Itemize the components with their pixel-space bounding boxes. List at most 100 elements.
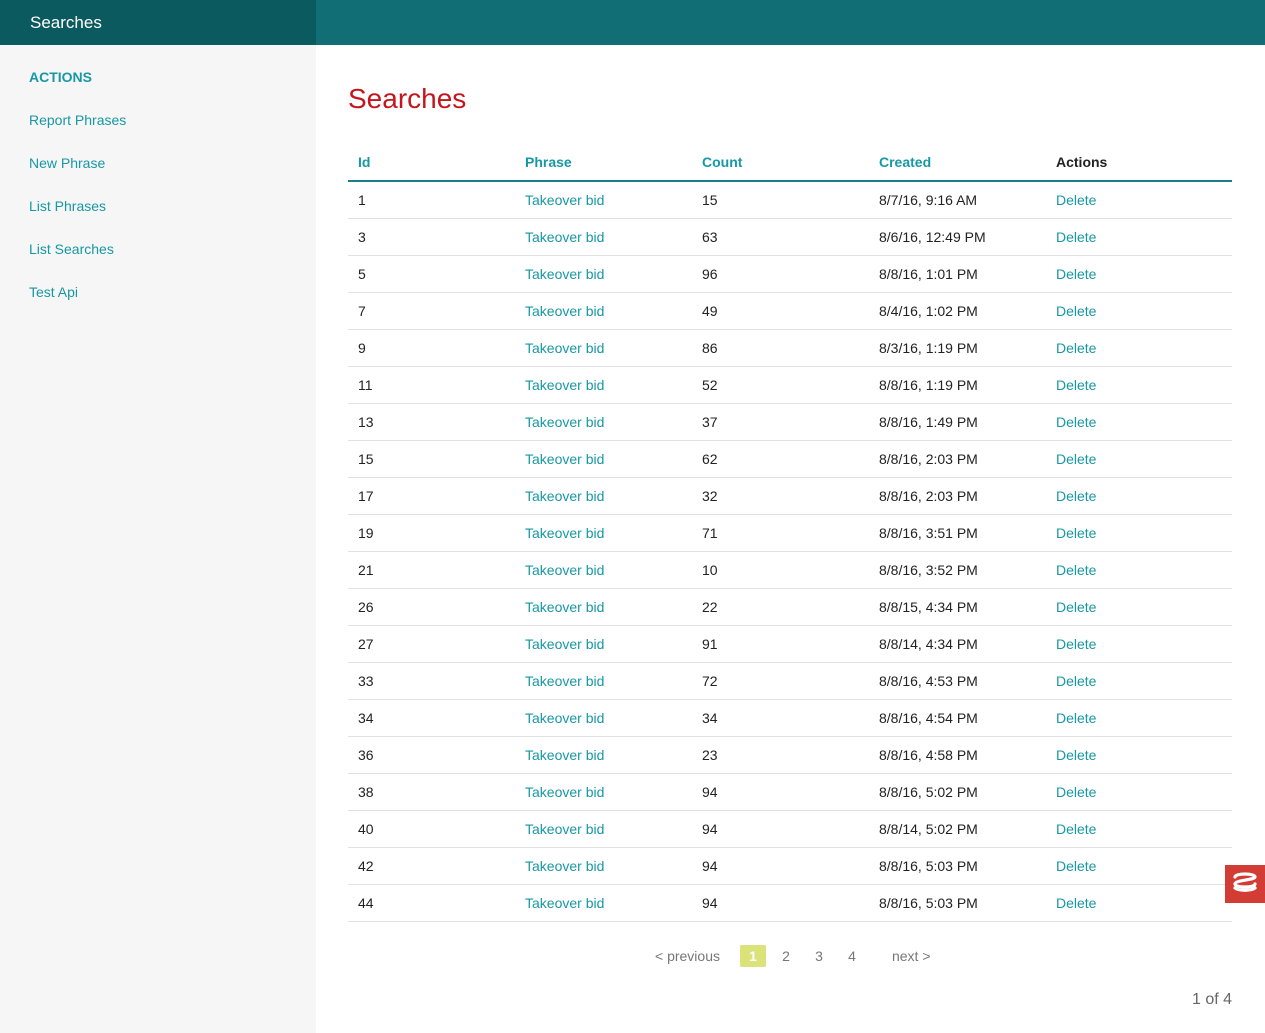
- cell-id: 36: [348, 736, 515, 774]
- delete-link[interactable]: Delete: [1046, 403, 1232, 441]
- delete-link[interactable]: Delete: [1046, 773, 1232, 811]
- delete-link[interactable]: Delete: [1046, 847, 1232, 885]
- phrase-link[interactable]: Takeover bid: [515, 699, 692, 737]
- cell-created: 8/8/15, 4:34 PM: [869, 588, 1046, 626]
- column-header-count[interactable]: Count: [692, 143, 869, 182]
- cell-created: 8/3/16, 1:19 PM: [869, 329, 1046, 367]
- cell-id: 34: [348, 699, 515, 737]
- cell-count: 63: [692, 218, 869, 256]
- delete-link[interactable]: Delete: [1046, 736, 1232, 774]
- cell-created: 8/4/16, 1:02 PM: [869, 292, 1046, 330]
- table-row: 36 Takeover bid 23 8/8/16, 4:58 PM Delete: [348, 736, 1232, 774]
- delete-link[interactable]: Delete: [1046, 181, 1232, 219]
- cell-created: 8/8/16, 3:52 PM: [869, 551, 1046, 589]
- phrase-link[interactable]: Takeover bid: [515, 625, 692, 663]
- phrase-link[interactable]: Takeover bid: [515, 551, 692, 589]
- page-title: Searches: [348, 83, 467, 114]
- cell-id: 3: [348, 218, 515, 256]
- cell-count: 86: [692, 329, 869, 367]
- column-header-created[interactable]: Created: [869, 143, 1046, 182]
- sidebar-item-list-searches[interactable]: List Searches: [29, 241, 126, 284]
- phrase-link[interactable]: Takeover bid: [515, 366, 692, 404]
- phrase-link[interactable]: Takeover bid: [515, 810, 692, 848]
- phrase-link[interactable]: Takeover bid: [515, 440, 692, 478]
- delete-link[interactable]: Delete: [1046, 884, 1232, 922]
- delete-link[interactable]: Delete: [1046, 329, 1232, 367]
- cell-id: 38: [348, 773, 515, 811]
- column-header-id[interactable]: Id: [348, 143, 515, 182]
- cell-count: 72: [692, 662, 869, 700]
- delete-link[interactable]: Delete: [1046, 255, 1232, 293]
- cell-id: 11: [348, 366, 515, 404]
- sidebar-item-list-phrases[interactable]: List Phrases: [29, 198, 126, 241]
- delete-link[interactable]: Delete: [1046, 810, 1232, 848]
- page-link-2[interactable]: 2: [773, 948, 799, 964]
- delete-link[interactable]: Delete: [1046, 625, 1232, 663]
- delete-link[interactable]: Delete: [1046, 218, 1232, 256]
- sidebar-item-test-api[interactable]: Test Api: [29, 284, 126, 327]
- table-row: 13 Takeover bid 37 8/8/16, 1:49 PM Delete: [348, 403, 1232, 441]
- cell-count: 49: [692, 292, 869, 330]
- phrase-link[interactable]: Takeover bid: [515, 255, 692, 293]
- delete-link[interactable]: Delete: [1046, 699, 1232, 737]
- column-header-actions: Actions: [1046, 143, 1232, 182]
- cell-id: 5: [348, 255, 515, 293]
- debug-toolbar-toggle[interactable]: [1225, 865, 1265, 903]
- phrase-link[interactable]: Takeover bid: [515, 773, 692, 811]
- previous-page-link[interactable]: < previous: [655, 948, 720, 964]
- cell-id: 1: [348, 181, 515, 219]
- cell-count: 94: [692, 810, 869, 848]
- table-row: 44 Takeover bid 94 8/8/16, 5:03 PM Delete: [348, 884, 1232, 922]
- phrase-link[interactable]: Takeover bid: [515, 884, 692, 922]
- phrase-link[interactable]: Takeover bid: [515, 403, 692, 441]
- column-header-phrase[interactable]: Phrase: [515, 143, 692, 182]
- phrase-link[interactable]: Takeover bid: [515, 847, 692, 885]
- cell-created: 8/8/16, 1:49 PM: [869, 403, 1046, 441]
- phrase-link[interactable]: Takeover bid: [515, 218, 692, 256]
- brand-title[interactable]: Searches: [0, 0, 316, 45]
- cell-id: 26: [348, 588, 515, 626]
- next-page-link[interactable]: next >: [892, 948, 931, 964]
- cell-count: 23: [692, 736, 869, 774]
- cell-count: 10: [692, 551, 869, 589]
- phrase-link[interactable]: Takeover bid: [515, 588, 692, 626]
- page-link-4[interactable]: 4: [839, 948, 865, 964]
- cell-count: 96: [692, 255, 869, 293]
- table-row: 38 Takeover bid 94 8/8/16, 5:02 PM Delete: [348, 773, 1232, 811]
- delete-link[interactable]: Delete: [1046, 292, 1232, 330]
- cell-id: 40: [348, 810, 515, 848]
- cell-count: 94: [692, 847, 869, 885]
- table-row: 33 Takeover bid 72 8/8/16, 4:53 PM Delete: [348, 662, 1232, 700]
- phrase-link[interactable]: Takeover bid: [515, 329, 692, 367]
- sidebar-item-report-phrases[interactable]: Report Phrases: [29, 112, 126, 155]
- phrase-link[interactable]: Takeover bid: [515, 736, 692, 774]
- cell-id: 21: [348, 551, 515, 589]
- cell-created: 8/8/16, 4:53 PM: [869, 662, 1046, 700]
- cell-id: 9: [348, 329, 515, 367]
- phrase-link[interactable]: Takeover bid: [515, 292, 692, 330]
- cell-count: 91: [692, 625, 869, 663]
- page-link-3[interactable]: 3: [806, 948, 832, 964]
- cell-count: 15: [692, 181, 869, 219]
- delete-link[interactable]: Delete: [1046, 366, 1232, 404]
- cell-created: 8/8/16, 5:02 PM: [869, 773, 1046, 811]
- cell-id: 44: [348, 884, 515, 922]
- page-link-1[interactable]: 1: [739, 945, 766, 967]
- table-row: 26 Takeover bid 22 8/8/15, 4:34 PM Delete: [348, 588, 1232, 626]
- phrase-link[interactable]: Takeover bid: [515, 514, 692, 552]
- phrase-link[interactable]: Takeover bid: [515, 181, 692, 219]
- sidebar-item-new-phrase[interactable]: New Phrase: [29, 155, 126, 198]
- delete-link[interactable]: Delete: [1046, 588, 1232, 626]
- phrase-link[interactable]: Takeover bid: [515, 662, 692, 700]
- cell-count: 94: [692, 773, 869, 811]
- table-row: 21 Takeover bid 10 8/8/16, 3:52 PM Delete: [348, 551, 1232, 589]
- phrase-link[interactable]: Takeover bid: [515, 477, 692, 515]
- delete-link[interactable]: Delete: [1046, 440, 1232, 478]
- delete-link[interactable]: Delete: [1046, 662, 1232, 700]
- delete-link[interactable]: Delete: [1046, 551, 1232, 589]
- delete-link[interactable]: Delete: [1046, 477, 1232, 515]
- delete-link[interactable]: Delete: [1046, 514, 1232, 552]
- cell-created: 8/8/16, 2:03 PM: [869, 477, 1046, 515]
- table-row: 40 Takeover bid 94 8/8/14, 5:02 PM Delete: [348, 810, 1232, 848]
- cell-created: 8/6/16, 12:49 PM: [869, 218, 1046, 256]
